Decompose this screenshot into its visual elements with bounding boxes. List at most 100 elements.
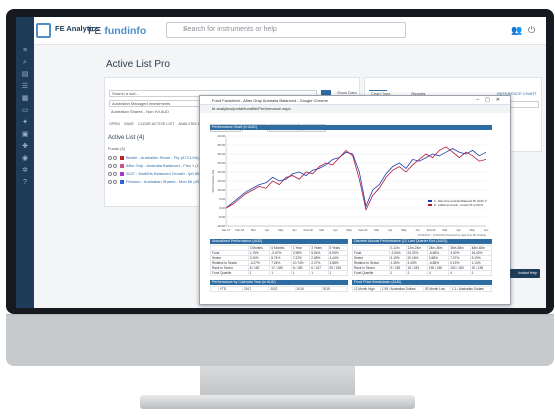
globe-icon[interactable]: ◉: [21, 155, 29, 163]
list-icon[interactable]: ☰: [21, 83, 29, 91]
table-header-row: 12 Month High 1.95 / Australian Dollars 52…: [352, 286, 492, 292]
x-tick-label: Feb-18: [235, 228, 244, 232]
legend-swatch: [428, 200, 432, 202]
table4-title: Fund Price Breakdown (AUD): [352, 280, 492, 285]
y-tick-label: 15.00: [217, 179, 225, 183]
y-tick-label: 0.00: [219, 206, 225, 210]
x-tick-label: May: [401, 228, 407, 232]
global-search-input[interactable]: ⌕ Search for instruments or help: [166, 22, 406, 38]
table-header-cell: 2015: [320, 286, 349, 292]
active-list-title: Active List (4): [108, 135, 145, 141]
x-tick-label: Mar: [251, 228, 256, 232]
fe-logo-icon: [36, 23, 51, 38]
x-tick-label: Jun: [415, 228, 420, 232]
power-icon[interactable]: ⏻: [528, 25, 535, 36]
monitor-stand-neck: [200, 366, 355, 396]
x-tick-label: Feb-19: [304, 228, 313, 232]
performance-chart: 40.00 35.00 30.00 25.00 20.00 15.00 10.00 5.00 0…: [211, 134, 489, 237]
star-icon[interactable]: ✦: [21, 119, 29, 127]
x-tick-label: Apr: [456, 228, 460, 232]
list-item[interactable]: Pension - Australian Shares - Mon 66 (43…: [108, 179, 206, 185]
product-name: fundinfo: [104, 25, 147, 37]
table-cell: 1: [388, 270, 407, 276]
table-cell: 1: [247, 270, 271, 276]
table-cell: Fund Quartile: [352, 270, 390, 276]
x-tick-label: Apr: [265, 228, 269, 232]
instant-help-button[interactable]: Instant Help: [510, 269, 540, 278]
x-tick-label: Mar: [443, 228, 448, 232]
window-title: Fund Factsheet - Allan Gray Australia Ba…: [200, 96, 510, 105]
list-item[interactable]: 2027 - Multi/Hs Balanced Growth - Ijet 8…: [108, 171, 212, 177]
table2-title: Discrete Annual Performance (12 Last Qua…: [352, 239, 492, 244]
menu-icon[interactable]: ≡: [21, 47, 29, 55]
discrete-table: 0-12m 12m-24m 24m-36m 36m-48m 48m-60m Fund -2.…: [352, 245, 493, 276]
table-cell: 1: [269, 270, 292, 276]
table-row: Fund Quartile 1 1 1 1 1: [210, 270, 349, 276]
table-cell: 1: [309, 270, 329, 276]
monitor-chin: [6, 314, 554, 366]
settings-icon[interactable]: ✲: [21, 167, 29, 175]
table-cell: 1: [327, 270, 349, 276]
help-icon[interactable]: ?: [21, 179, 29, 187]
section-title: Performance Chart (in AUD): [210, 125, 492, 130]
sector-filter[interactable]: Australian Shares - Non H/I AUD: [109, 109, 209, 116]
table-header-cell: 2022: [268, 286, 296, 292]
table-header-row: YTD 2017 2022 2016 2015: [210, 286, 349, 292]
table-header-cell: 52 Month Low: [422, 286, 452, 292]
price-table: 12 Month High 1.95 / Australian Dollars 52…: [352, 286, 492, 292]
list-item[interactable]: Affor Grip - Australia Balanced - Flex 1…: [108, 163, 208, 169]
table-cell: 1: [405, 270, 428, 276]
save-button[interactable]: SAVE: [124, 122, 134, 126]
y-axis-label: Performance (%): [211, 170, 215, 193]
fund-name[interactable]: Bentle - Australian Share - Fty (A7C1/18…: [126, 155, 199, 160]
x-tick-label: Jun: [484, 228, 489, 232]
grid-icon[interactable]: ▦: [21, 95, 29, 103]
y-tick-label: 10.00: [217, 188, 225, 192]
y-tick-label: -5.00: [218, 215, 225, 219]
x-tick-label: May: [347, 228, 353, 232]
legend-entry: B - LaManna Growth - Growth PF (AUD) N: [434, 203, 483, 207]
table-header-cell: 2017: [242, 286, 270, 292]
fund-name[interactable]: Affor Grip - Australia Balanced - Flex 1…: [126, 163, 208, 168]
table-cell: 1: [290, 270, 311, 276]
x-tick-label: May: [470, 228, 476, 232]
user-icon[interactable]: 👥: [511, 25, 522, 36]
y-tick-label: 25.00: [217, 161, 225, 165]
table-row: Fund Quartile 1 1 4 4 1: [352, 270, 493, 276]
clear-list-button[interactable]: CLEAR ACTIVE LIST: [138, 122, 174, 126]
table-header-cell: 1.1 / Australian Dollars: [450, 286, 492, 292]
x-tick-label: Apr: [388, 228, 392, 232]
universe-select[interactable]: Australian Managed Investments: [109, 100, 209, 107]
tools-icon[interactable]: ✚: [21, 143, 29, 151]
doc-icon[interactable]: ▭: [21, 107, 29, 115]
left-nav: ≡ ⌕ ▤ ☰ ▦ ▭ ✦ ▣ ✚ ◉ ✲ ?: [16, 17, 34, 308]
page-title: Active List Pro: [106, 59, 170, 70]
folder-icon[interactable]: ▣: [21, 131, 29, 139]
y-tick-label: 35.00: [217, 143, 225, 147]
window-controls[interactable]: –▢✕: [476, 97, 506, 103]
address-bar[interactable]: fe.analytics/portal/fundfile/Performance…: [200, 105, 510, 113]
table-header-cell: 1.95 / Australian Dollars: [379, 286, 424, 292]
chart-icon[interactable]: ▤: [21, 71, 29, 79]
table-header-cell: YTD: [217, 286, 244, 292]
table1-title: Annualised Performance (AUD): [210, 239, 348, 244]
y-tick-label: 5.00: [219, 197, 225, 201]
fund-name[interactable]: Pension - Australian Shares - Mon 66 (43…: [126, 179, 206, 184]
table-cell: 4: [448, 270, 471, 276]
x-tick-label: Apr: [333, 228, 337, 232]
x-tick-label: Jun: [292, 228, 297, 232]
search-icon[interactable]: ⌕: [21, 59, 29, 67]
table-header-cell: 2016: [294, 286, 322, 292]
legend-swatch: [428, 204, 432, 206]
table-header-cell: [210, 286, 219, 292]
x-tick-label: Mar: [319, 228, 324, 232]
annualised-table: 3 Months 6 Months 1 Year 3 Years 5 Years Fund…: [210, 245, 349, 276]
open-button[interactable]: OPEN: [109, 122, 120, 126]
calendar-table: YTD 2017 2022 2016 2015: [210, 286, 349, 292]
chart-footnote: 27/02/2017 - 27/02/2021 Powered by data …: [418, 233, 487, 237]
app-screen: ≡ ⌕ ▤ ☰ ▦ ▭ ✦ ▣ ✚ ◉ ✲ ? FE Analytics FE …: [16, 17, 546, 308]
global-search-placeholder: Search for instruments or help: [183, 26, 277, 33]
product-logo: FE fundinfo: [88, 25, 146, 37]
list-item[interactable]: Bentle - Australian Share - Fty (A7C1/18…: [108, 155, 199, 161]
table-cell: 1: [469, 270, 493, 276]
